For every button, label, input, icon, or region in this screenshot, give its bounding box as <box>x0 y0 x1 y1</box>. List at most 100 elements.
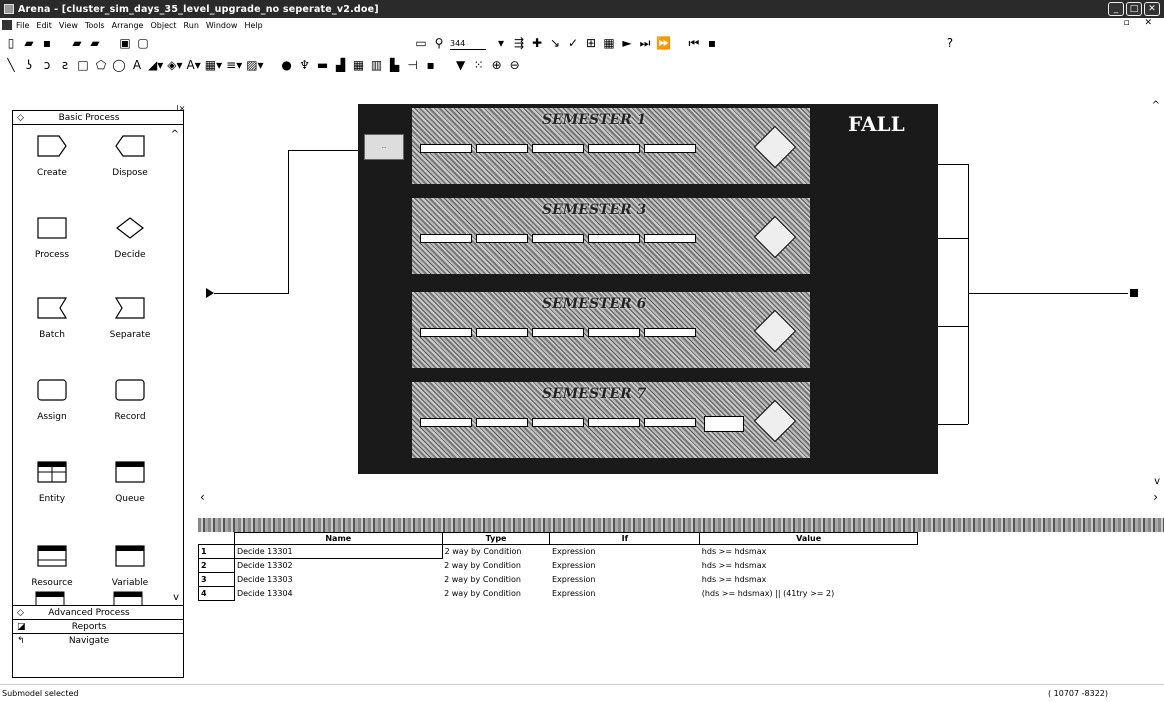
end-icon[interactable]: ▪ <box>705 35 719 51</box>
navigate-panel-header[interactable]: ↰ Navigate <box>13 633 183 647</box>
polygon-icon[interactable]: ⬠ <box>94 57 108 73</box>
table-row[interactable]: 3 Decide 13303 2 way by Condition Expres… <box>198 572 918 587</box>
process-block[interactable] <box>476 144 528 153</box>
animate-station-icon[interactable]: ▪ <box>424 57 438 73</box>
assign-module-shape[interactable] <box>704 416 744 432</box>
module-resource[interactable]: Resource <box>17 545 87 588</box>
zoom-in-icon[interactable]: ⊕ <box>490 57 504 73</box>
route-icon[interactable]: ↘ <box>548 35 562 51</box>
menu-file[interactable]: File <box>16 21 29 30</box>
document-icon[interactable] <box>2 20 12 30</box>
zoom-icon[interactable]: ⚲ <box>432 35 446 51</box>
value-cell[interactable]: hds >= hdsmax <box>700 573 918 587</box>
process-block[interactable] <box>532 144 584 153</box>
row-number[interactable]: 2 <box>198 558 235 573</box>
semester-3-panel[interactable]: SEMESTER 3 <box>412 198 810 274</box>
column-header-name[interactable]: Name <box>233 532 443 545</box>
process-block[interactable] <box>588 328 640 337</box>
value-cell[interactable]: hds >= hdsmax <box>700 545 918 559</box>
canvas-scroll-down-icon[interactable]: v <box>1154 476 1160 487</box>
process-block[interactable] <box>644 418 696 427</box>
module-assign[interactable]: Assign <box>17 379 87 422</box>
module-queue[interactable]: Queue <box>95 461 165 504</box>
menu-arrange[interactable]: Arrange <box>112 21 144 30</box>
name-cell[interactable]: Decide 13304 <box>234 587 442 601</box>
mdi-window-controls[interactable]: ▫ ✕ <box>1123 18 1158 28</box>
process-block[interactable] <box>420 144 472 153</box>
fast-forward-icon[interactable]: ⏩ <box>656 35 671 51</box>
global-icon[interactable]: ▟ <box>334 57 348 73</box>
start-over-icon[interactable]: ⏮ <box>687 35 701 51</box>
name-cell[interactable]: Decide 13302 <box>234 559 442 573</box>
zoom-field[interactable]: 344 <box>450 37 486 50</box>
semester-7-panel[interactable]: SEMESTER 7 <box>412 382 810 458</box>
run-setup-icon[interactable]: ▦ <box>602 35 616 51</box>
if-cell[interactable]: Expression <box>550 573 700 587</box>
modules-scroll-down-icon[interactable]: v <box>173 592 179 603</box>
process-block[interactable] <box>588 234 640 243</box>
menu-window[interactable]: Window <box>206 21 238 30</box>
zoom-dropdown-icon[interactable]: ▾ <box>494 35 508 51</box>
module-decide[interactable]: Decide <box>95 217 165 260</box>
module-create[interactable]: Create <box>17 135 87 178</box>
resource-icon[interactable]: ♆ <box>298 57 312 73</box>
model-canvas[interactable]: ··· FALL SEMESTER 1 SEMESTER 3 SEMESTER … <box>198 104 1164 504</box>
type-cell[interactable]: 2 way by Condition <box>442 545 550 559</box>
maximize-button[interactable]: □ <box>1126 2 1142 16</box>
if-cell[interactable]: Expression <box>550 559 700 573</box>
box-icon[interactable]: □ <box>76 57 90 73</box>
decide-module-shape[interactable] <box>753 399 797 443</box>
plot-icon[interactable]: ▦ <box>352 57 366 73</box>
module-variable[interactable]: Variable <box>95 545 165 588</box>
step-icon[interactable]: ⏭ <box>638 35 652 51</box>
menu-view[interactable]: View <box>59 21 78 30</box>
process-block[interactable] <box>476 418 528 427</box>
histogram-icon[interactable]: ▥ <box>370 57 384 73</box>
filter-icon[interactable]: ▼ <box>454 57 468 73</box>
if-cell[interactable]: Expression <box>550 545 700 559</box>
menu-edit[interactable]: Edit <box>36 21 52 30</box>
semester-6-panel[interactable]: SEMESTER 6 <box>412 292 810 368</box>
process-block[interactable] <box>476 328 528 337</box>
minimize-button[interactable]: _ <box>1108 2 1124 16</box>
decide-module-shape[interactable] <box>753 125 797 169</box>
module-process[interactable]: Process <box>17 217 87 260</box>
text-icon[interactable]: A <box>130 57 144 73</box>
table-row[interactable]: 4 Decide 13304 2 way by Condition Expres… <box>198 586 918 601</box>
row-number[interactable]: 3 <box>198 572 235 587</box>
process-block[interactable] <box>420 328 472 337</box>
canvas-scroll-up-icon[interactable]: ^ <box>1152 100 1160 111</box>
type-cell[interactable]: 2 way by Condition <box>442 573 550 587</box>
bezier-icon[interactable]: ƨ <box>58 57 72 73</box>
zoom-out-icon[interactable]: ⊖ <box>508 57 522 73</box>
module-batch[interactable]: Batch <box>17 297 87 340</box>
process-block[interactable] <box>588 144 640 153</box>
decide-module-shape[interactable] <box>753 215 797 259</box>
process-block[interactable] <box>420 234 472 243</box>
arc-icon[interactable]: ↄ <box>40 57 54 73</box>
row-number[interactable]: 4 <box>198 586 235 601</box>
process-block[interactable] <box>532 418 584 427</box>
open-file-icon[interactable]: ▰ <box>22 35 36 51</box>
reports-panel-header[interactable]: ◪ Reports <box>13 619 183 633</box>
process-block[interactable] <box>644 328 696 337</box>
layers-icon[interactable]: ▭ <box>414 35 428 51</box>
polyline-icon[interactable]: ʖ <box>22 57 36 73</box>
print-preview-icon[interactable]: ▢ <box>136 35 150 51</box>
variable-icon[interactable]: ▬ <box>316 57 330 73</box>
line-width-icon[interactable]: ≡▾ <box>226 57 242 73</box>
text-color-icon[interactable]: A▾ <box>187 57 201 73</box>
value-cell[interactable]: (hds >= hdsmax) || (41try >= 2) <box>700 587 918 601</box>
table-row[interactable]: 1 Decide 13301 2 way by Condition Expres… <box>198 544 918 559</box>
table-row[interactable]: 2 Decide 13302 2 way by Condition Expres… <box>198 558 918 573</box>
station-icon[interactable]: ✚ <box>530 35 544 51</box>
row-number[interactable]: 1 <box>198 544 235 559</box>
process-block[interactable] <box>588 418 640 427</box>
module-record[interactable]: Record <box>95 379 165 422</box>
menu-object[interactable]: Object <box>150 21 176 30</box>
template-attach-icon[interactable]: ▰ <box>70 35 84 51</box>
value-cell[interactable]: hds >= hdsmax <box>700 559 918 573</box>
line-icon[interactable]: ╲ <box>4 57 18 73</box>
template-detach-icon[interactable]: ▰ <box>88 35 102 51</box>
window-bg-icon[interactable]: ▦▾ <box>205 57 222 73</box>
